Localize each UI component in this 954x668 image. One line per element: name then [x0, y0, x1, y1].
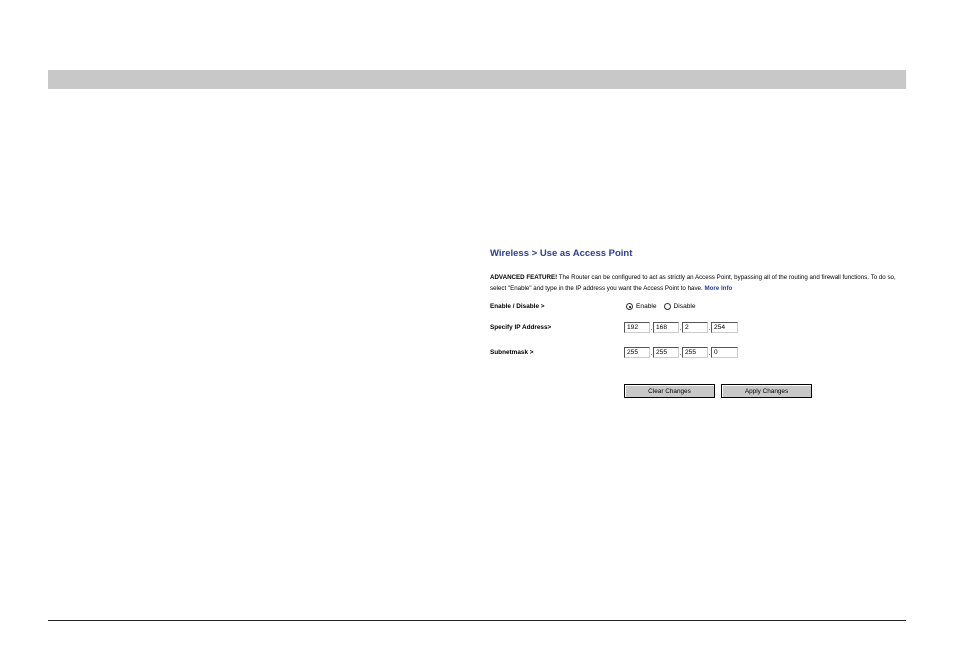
enable-disable-radio-group: Enable Disable	[626, 303, 703, 310]
enable-disable-label: Enable / Disable >	[490, 303, 545, 310]
subnet-octet-3-input[interactable]	[682, 347, 708, 358]
subnet-mask-label: Subnetmask >	[490, 349, 534, 356]
feature-description: ADVANCED FEATURE! The Router can be conf…	[490, 272, 906, 294]
page-title: Wireless > Use as Access Point	[490, 248, 633, 259]
ip-octet-3-input[interactable]	[682, 322, 708, 333]
ip-octet-1-input[interactable]	[624, 322, 650, 333]
ip-address-input-group: . . .	[624, 322, 738, 333]
manual-page: Wireless > Use as Access Point ADVANCED …	[0, 0, 954, 668]
footer-rule	[48, 620, 906, 621]
ip-address-label: Specify IP Address>	[490, 324, 552, 331]
clear-changes-button[interactable]: Clear Changes	[624, 384, 715, 398]
ip-octet-4-input[interactable]	[711, 322, 738, 333]
disable-radio[interactable]	[663, 303, 671, 310]
enable-radio-label: Enable	[636, 303, 657, 310]
subnet-octet-4-input[interactable]	[711, 347, 738, 358]
ip-octet-2-input[interactable]	[653, 322, 679, 333]
disable-radio-label: Disable	[673, 303, 696, 310]
subnet-octet-1-input[interactable]	[624, 347, 650, 358]
subnet-octet-2-input[interactable]	[653, 347, 679, 358]
advanced-feature-label: ADVANCED FEATURE!	[490, 274, 558, 281]
header-bar	[48, 70, 906, 89]
apply-changes-button[interactable]: Apply Changes	[721, 384, 812, 398]
subnet-mask-input-group: . . .	[624, 347, 738, 358]
more-info-link[interactable]: More Info	[704, 285, 732, 292]
enable-radio[interactable]	[626, 303, 633, 310]
